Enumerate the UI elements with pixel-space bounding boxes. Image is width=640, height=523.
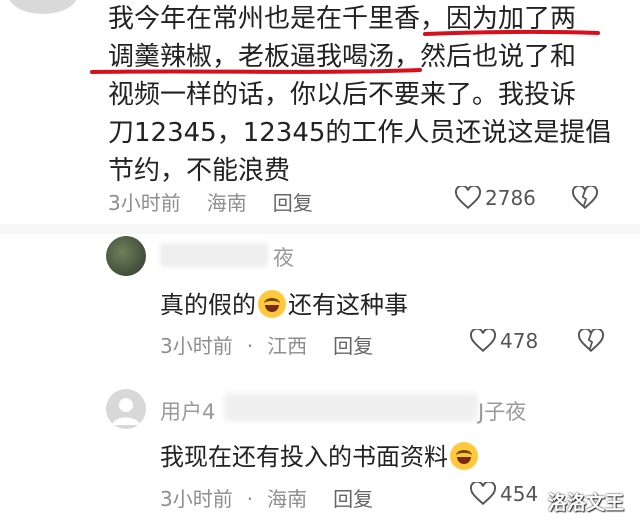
reply-time: 3小时前 (160, 334, 233, 358)
reply-text-part1: 真的假的 (160, 291, 256, 319)
like-count: 478 (500, 329, 539, 353)
reply-meta: 3小时前 · 海南 回复 (160, 487, 374, 511)
reply-text-part1: 我现在还有投入的书面资料 (160, 443, 448, 471)
reply-location: 海南 (267, 487, 308, 511)
like-count: 2786 (485, 186, 536, 210)
reply-username-suffix[interactable]: J子夜 (478, 396, 526, 426)
heart-outline-icon[interactable] (455, 186, 481, 210)
comment-line-5: 节约，不能浪费 (108, 156, 291, 186)
blurred-username (160, 243, 268, 267)
broken-heart-icon[interactable] (578, 329, 605, 353)
like-count: 454 (500, 482, 539, 506)
rofl-emoji-icon (258, 290, 286, 318)
reply-text: 我现在还有投入的书面资料 (160, 437, 480, 472)
reply-text: 真的假的 还有这种事 (160, 285, 408, 320)
comment-location: 海南 (206, 191, 247, 215)
broken-heart-icon[interactable] (571, 186, 598, 210)
reply-meta: 3小时前 · 江西 回复 (160, 334, 374, 358)
section-divider (0, 224, 640, 234)
comment-actions: 2786 (455, 186, 598, 210)
comment-line-4: 刀12345，12345的工作人员还说这是提倡 (108, 118, 612, 148)
reply-location: 江西 (267, 334, 308, 358)
reply-time: 3小时前 (160, 487, 233, 511)
default-user-avatar-icon[interactable] (106, 389, 146, 429)
heart-outline-icon[interactable] (470, 329, 496, 353)
reply-button[interactable]: 回复 (333, 334, 373, 358)
reply-actions: 478 (470, 329, 605, 353)
reply-button[interactable]: 回复 (273, 191, 313, 215)
reply-text-part2: 还有这种事 (288, 291, 408, 319)
reply-username-prefix[interactable]: 用户4 (160, 396, 215, 426)
reply-actions: 454 (470, 482, 538, 506)
rofl-emoji-icon (450, 442, 478, 470)
reply-avatar[interactable] (106, 236, 146, 276)
comment-time: 3小时前 (108, 191, 181, 215)
watermark: 洛洛文王 (548, 492, 625, 514)
red-underline-annotation (90, 29, 600, 74)
blurred-username (224, 393, 478, 421)
comment-meta: 3小时前 海南 回复 (108, 187, 339, 216)
reply-button[interactable]: 回复 (333, 487, 373, 511)
reply-username[interactable]: 夜 (273, 242, 294, 272)
heart-outline-icon[interactable] (470, 482, 496, 506)
